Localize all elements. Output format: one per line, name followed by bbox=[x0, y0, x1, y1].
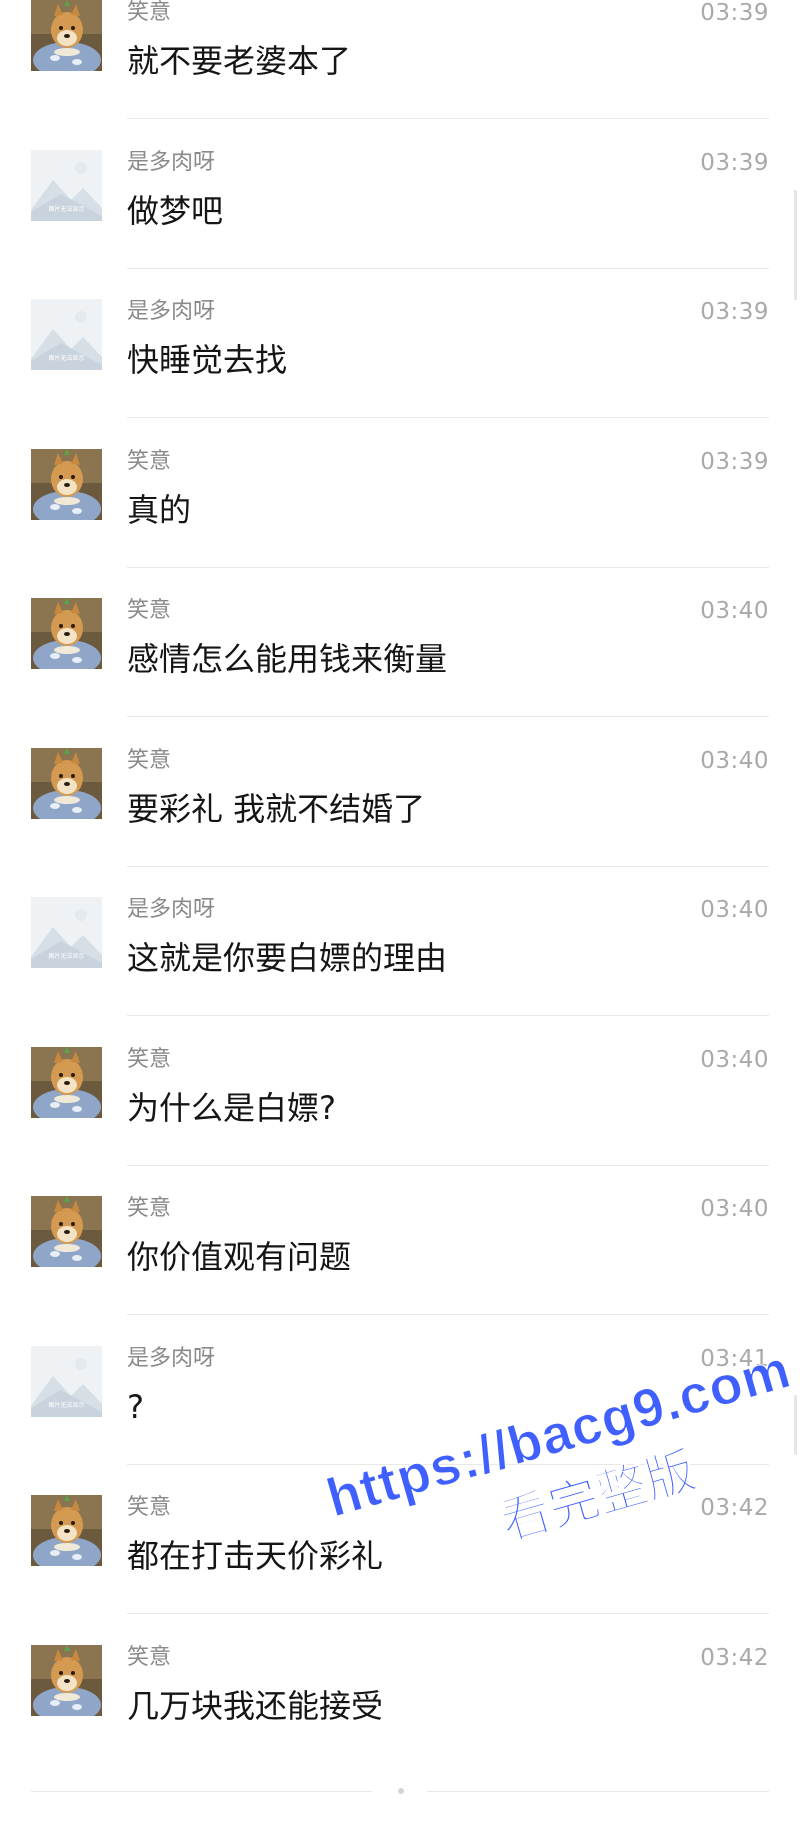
sender-name: 笑意 bbox=[127, 1196, 172, 1221]
placeholder-avatar-caption: 图片无法显示 bbox=[48, 205, 84, 213]
message-text: 为什么是白嫖? bbox=[127, 1089, 336, 1127]
message-time: 03:39 bbox=[700, 0, 769, 26]
placeholder-avatar-icon[interactable]: 图片无法显示 bbox=[31, 1346, 102, 1417]
sender-name: 笑意 bbox=[127, 598, 172, 623]
message-time: 03:39 bbox=[700, 299, 769, 325]
message-divider bbox=[127, 1464, 769, 1465]
message-time: 03:39 bbox=[700, 449, 769, 475]
chat-message[interactable]: 笑意 03:42 几万块我还能接受 bbox=[0, 1623, 800, 1772]
chat-message[interactable]: 笑意 03:39 真的 bbox=[0, 427, 800, 576]
sender-name: 笑意 bbox=[127, 1495, 172, 1520]
message-text: 这就是你要白嫖的理由 bbox=[127, 939, 448, 977]
placeholder-avatar-caption: 图片无法显示 bbox=[48, 1401, 84, 1409]
message-divider bbox=[127, 118, 769, 119]
message-text: 快睡觉去找 bbox=[127, 341, 288, 379]
sender-name: 是多肉呀 bbox=[127, 1346, 216, 1371]
dog-avatar-icon[interactable] bbox=[31, 1047, 102, 1118]
message-text: 要彩礼 我就不结婚了 bbox=[127, 790, 426, 828]
message-divider bbox=[127, 866, 769, 867]
message-time: 03:40 bbox=[700, 1196, 769, 1222]
message-divider bbox=[127, 567, 769, 568]
dog-avatar-icon[interactable] bbox=[31, 1495, 102, 1566]
message-text: ? bbox=[127, 1388, 144, 1426]
message-time: 03:40 bbox=[700, 1047, 769, 1073]
placeholder-avatar-caption: 图片无法显示 bbox=[48, 354, 84, 362]
message-text: 几万块我还能接受 bbox=[127, 1687, 384, 1725]
scroll-indicator bbox=[794, 190, 797, 300]
message-text: 都在打击天价彩礼 bbox=[127, 1537, 384, 1575]
message-divider bbox=[127, 1165, 769, 1166]
message-divider bbox=[127, 716, 769, 717]
dog-avatar-icon[interactable] bbox=[31, 598, 102, 669]
dog-avatar-icon[interactable] bbox=[31, 1645, 102, 1716]
sender-name: 笑意 bbox=[127, 1645, 172, 1670]
chat-message[interactable]: 图片无法显示 是多肉呀 03:40 这就是你要白嫖的理由 bbox=[0, 875, 800, 1024]
chat-message[interactable]: 笑意 03:40 你价值观有问题 bbox=[0, 1174, 800, 1323]
chat-message[interactable]: 图片无法显示 是多肉呀 03:41? bbox=[0, 1324, 800, 1473]
chat-message[interactable]: 笑意 03:40 要彩礼 我就不结婚了 bbox=[0, 726, 800, 875]
message-time: 03:40 bbox=[700, 748, 769, 774]
message-text: 就不要老婆本了 bbox=[127, 42, 352, 80]
message-time: 03:41 bbox=[700, 1346, 769, 1372]
message-text: 真的 bbox=[127, 491, 192, 529]
message-text: 感情怎么能用钱来衡量 bbox=[127, 640, 448, 678]
message-divider bbox=[127, 1314, 769, 1315]
placeholder-avatar-icon[interactable]: 图片无法显示 bbox=[31, 897, 102, 968]
message-divider bbox=[127, 268, 769, 269]
chat-message[interactable]: 笑意 03:40 为什么是白嫖? bbox=[0, 1025, 800, 1174]
sender-name: 是多肉呀 bbox=[127, 897, 216, 922]
dog-avatar-icon[interactable] bbox=[31, 748, 102, 819]
placeholder-avatar-icon[interactable]: 图片无法显示 bbox=[31, 299, 102, 370]
chat-message[interactable]: 笑意 03:42 都在打击天价彩礼 bbox=[0, 1473, 800, 1622]
message-time: 03:39 bbox=[700, 150, 769, 176]
end-divider-dot bbox=[398, 1788, 404, 1794]
scroll-indicator-lower bbox=[794, 1395, 797, 1455]
dog-avatar-icon[interactable] bbox=[31, 1196, 102, 1267]
message-text: 你价值观有问题 bbox=[127, 1238, 352, 1276]
sender-name: 是多肉呀 bbox=[127, 150, 216, 175]
chat-message[interactable]: 图片无法显示 是多肉呀 03:39 做梦吧 bbox=[0, 128, 800, 277]
sender-name: 是多肉呀 bbox=[127, 299, 216, 324]
chat-message[interactable]: 图片无法显示 是多肉呀 03:39 快睡觉去找 bbox=[0, 277, 800, 426]
message-time: 03:42 bbox=[700, 1495, 769, 1521]
end-divider-left bbox=[31, 1791, 372, 1792]
dog-avatar-icon[interactable] bbox=[31, 0, 102, 71]
chat-message[interactable]: 笑意 03:39 就不要老婆本了 bbox=[0, 0, 800, 127]
message-time: 03:40 bbox=[700, 897, 769, 923]
sender-name: 笑意 bbox=[127, 449, 172, 474]
message-time: 03:42 bbox=[700, 1645, 769, 1671]
message-divider bbox=[127, 417, 769, 418]
chat-message[interactable]: 笑意 03:40 感情怎么能用钱来衡量 bbox=[0, 576, 800, 725]
message-text: 做梦吧 bbox=[127, 192, 224, 230]
sender-name: 笑意 bbox=[127, 748, 172, 773]
dog-avatar-icon[interactable] bbox=[31, 449, 102, 520]
sender-name: 笑意 bbox=[127, 1047, 172, 1072]
message-divider bbox=[127, 1015, 769, 1016]
placeholder-avatar-icon[interactable]: 图片无法显示 bbox=[31, 150, 102, 221]
message-divider bbox=[127, 1613, 769, 1614]
end-divider-right bbox=[427, 1791, 769, 1792]
placeholder-avatar-caption: 图片无法显示 bbox=[48, 952, 84, 960]
message-time: 03:40 bbox=[700, 598, 769, 624]
sender-name: 笑意 bbox=[127, 0, 172, 25]
